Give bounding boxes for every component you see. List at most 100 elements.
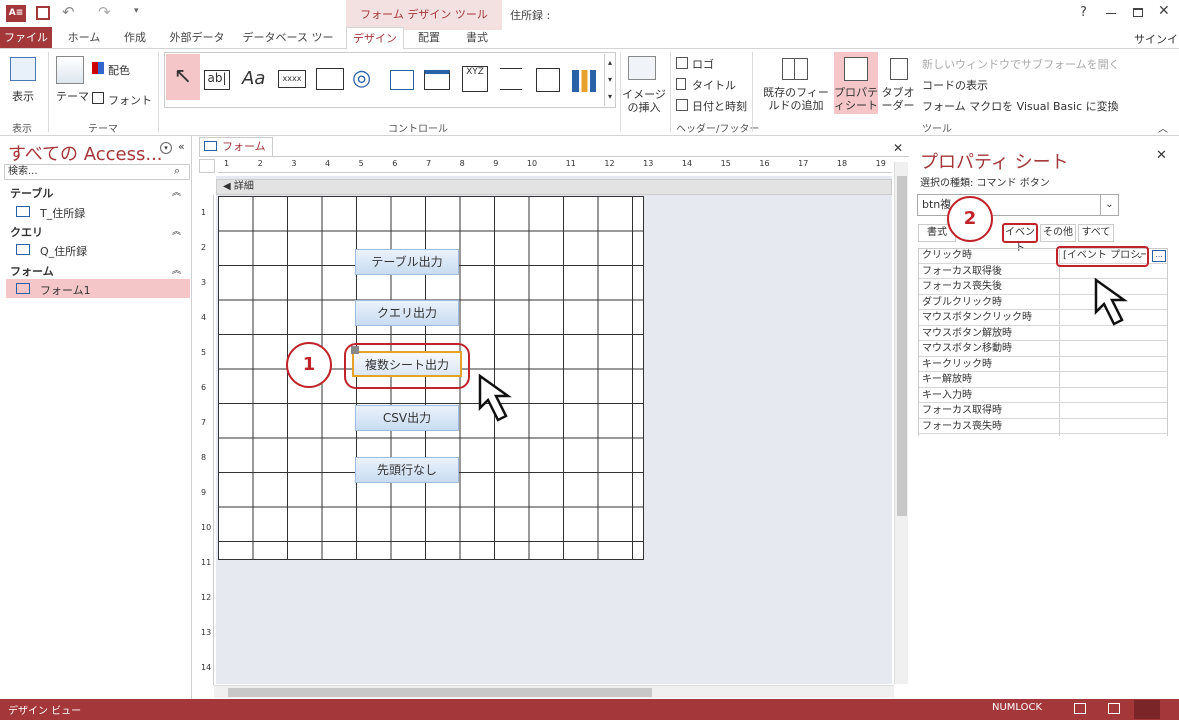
property-row[interactable]: マウスボタン移動時 [919,341,1167,357]
add-field-button[interactable]: 既存のフィールドの追加 [758,86,834,112]
property-row[interactable]: キー解放時 [919,372,1167,388]
form-view-icon[interactable] [1074,703,1086,714]
property-row[interactable]: フォーカス喪失時 [919,419,1167,434]
property-row[interactable]: キークリック時 [919,357,1167,372]
logo-icon[interactable] [676,57,688,69]
horizontal-scrollbar[interactable] [214,685,894,698]
design-view-icon[interactable] [1134,700,1160,719]
gallery-scroll-icon[interactable]: ▴ ▾ ▾ [604,54,615,106]
nav-item-form1[interactable]: フォーム1 [40,282,91,298]
no-header-button[interactable]: 先頭行なし [355,457,459,483]
tab-format[interactable]: 書式 [456,27,498,48]
convert-macro-button[interactable]: フォーム マクロを Visual Basic に変換 [922,98,1119,114]
csv-output-button[interactable]: CSV出力 [355,405,459,431]
save-icon[interactable] [36,6,50,20]
nav-item-t-address[interactable]: T_住所録 [40,205,85,221]
ruler-top-tick: 14 [681,159,693,168]
label-control-icon[interactable]: Aa [242,68,265,89]
nav-search-input[interactable]: 検索... [4,164,190,180]
close-icon[interactable]: ✕ [1158,3,1170,19]
tab-external-data[interactable]: 外部データ [164,27,230,48]
quick-access-customize-icon[interactable]: ▾ [134,6,139,16]
theme-icon[interactable] [56,56,84,84]
title-icon[interactable] [676,78,686,90]
add-field-icon[interactable] [782,58,808,80]
nav-title[interactable]: すべての Access... [8,140,163,166]
search-icon[interactable]: ⌕ [174,164,180,178]
tab-design[interactable]: デザイン [346,27,404,49]
chart-control-icon[interactable] [572,70,596,92]
chevron-down-icon[interactable]: ⌄ [1100,195,1118,215]
image-insert-icon[interactable] [628,56,656,80]
tab-control-icon[interactable] [316,68,344,90]
font-button[interactable]: フォント [108,92,152,108]
top-ruler: 1 2 3 4 5 6 7 8 9 10 11 12 13 14 15 16 17 18 19 [218,159,892,173]
undo-icon[interactable]: ↶ [62,3,75,21]
datetime-button[interactable]: 日付と時刻 [692,98,747,114]
property-sheet-close-icon[interactable]: ✕ [1156,148,1167,163]
nav-item-form1-bg[interactable] [6,279,190,298]
layout-view-icon[interactable] [1108,703,1120,714]
property-row[interactable]: フォーカス取得時 [919,403,1167,419]
vertical-scrollbar[interactable] [894,162,908,684]
builder-button[interactable]: ... [1152,250,1166,262]
subform-window-button[interactable]: 新しいウィンドウでサブフォームを開く [922,56,1120,72]
font-icon[interactable] [92,92,104,104]
collapse-ribbon-icon[interactable]: ︿ [1158,120,1168,135]
nav-item-q-address[interactable]: Q_住所録 [40,243,87,259]
help-button[interactable]: ? [1080,5,1087,20]
logo-button[interactable]: ロゴ [692,56,714,72]
context-group-label: フォーム デザイン ツール [346,0,502,30]
datetime-icon[interactable] [676,99,688,111]
property-sheet-button[interactable]: プロパティシート [834,86,878,112]
webbrowser-control-icon[interactable] [390,70,414,90]
chevron-up-icon[interactable]: ︽ [172,224,181,237]
nav-group-forms[interactable]: フォーム [10,263,54,279]
file-tab[interactable]: ファイル [0,27,52,48]
chevron-up-icon[interactable]: ︽ [172,263,181,276]
nav-menu-icon[interactable]: ▾ [160,142,172,154]
tab-create[interactable]: 作成 [114,27,156,48]
tab-order-button[interactable]: タブオーダー [880,86,916,112]
tab-order-icon[interactable] [890,58,908,80]
theme-button[interactable]: テーマ [56,88,89,104]
option-group-control-icon[interactable]: XYZ [462,66,488,92]
view-button[interactable]: 表示 [12,88,34,104]
doc-close-icon[interactable]: ✕ [893,141,903,155]
redo-icon[interactable]: ↷ [98,3,111,21]
tab-home[interactable]: ホーム [62,27,106,48]
ps-tab-event[interactable]: イベント [1002,223,1038,254]
ruler-left-tick: 12 [201,593,212,602]
query-output-button[interactable]: クエリ出力 [355,300,459,326]
color-icon[interactable] [92,62,104,74]
table-output-button[interactable]: テーブル出力 [355,249,459,275]
page-break-control-icon[interactable] [500,68,522,90]
ps-tab-other[interactable]: その他 [1040,224,1076,242]
select-pointer-icon[interactable]: ↖ [166,54,200,100]
textbox-control-icon[interactable]: ab| [204,70,230,90]
hyperlink-control-icon[interactable]: ◎ [352,66,371,91]
access-app-icon[interactable]: A≡ [6,5,26,22]
nav-collapse-icon[interactable]: « [178,140,185,153]
chevron-up-icon[interactable]: ︽ [172,185,181,198]
tab-arrange[interactable]: 配置 [408,27,450,48]
image-insert-button[interactable]: イメージの挿入 [622,88,666,114]
minimize-icon[interactable] [1106,13,1116,14]
view-icon[interactable] [10,57,36,81]
view-code-button[interactable]: コードの表示 [922,77,988,93]
button-control-icon[interactable]: xxxx [278,70,306,88]
property-row[interactable]: キー入力時 [919,388,1167,403]
title-button[interactable]: タイトル [692,77,736,93]
maximize-icon[interactable] [1133,8,1143,17]
color-button[interactable]: 配色 [108,62,130,78]
ruler-top-tick: 2 [257,159,263,168]
nav-group-tables[interactable]: テーブル [10,185,53,201]
section-bar-detail[interactable]: ◀ 詳細 [216,179,892,195]
ruler-left-tick: 14 [201,663,212,672]
combo-control-icon[interactable] [536,68,560,92]
tab-database-tools[interactable]: データベース ツール [238,27,338,65]
ps-tab-all[interactable]: すべて [1078,224,1114,242]
nav-group-queries[interactable]: クエリ [10,224,43,240]
numlock-indicator: NUMLOCK [992,702,1043,713]
navigation-control-icon[interactable] [424,70,450,90]
